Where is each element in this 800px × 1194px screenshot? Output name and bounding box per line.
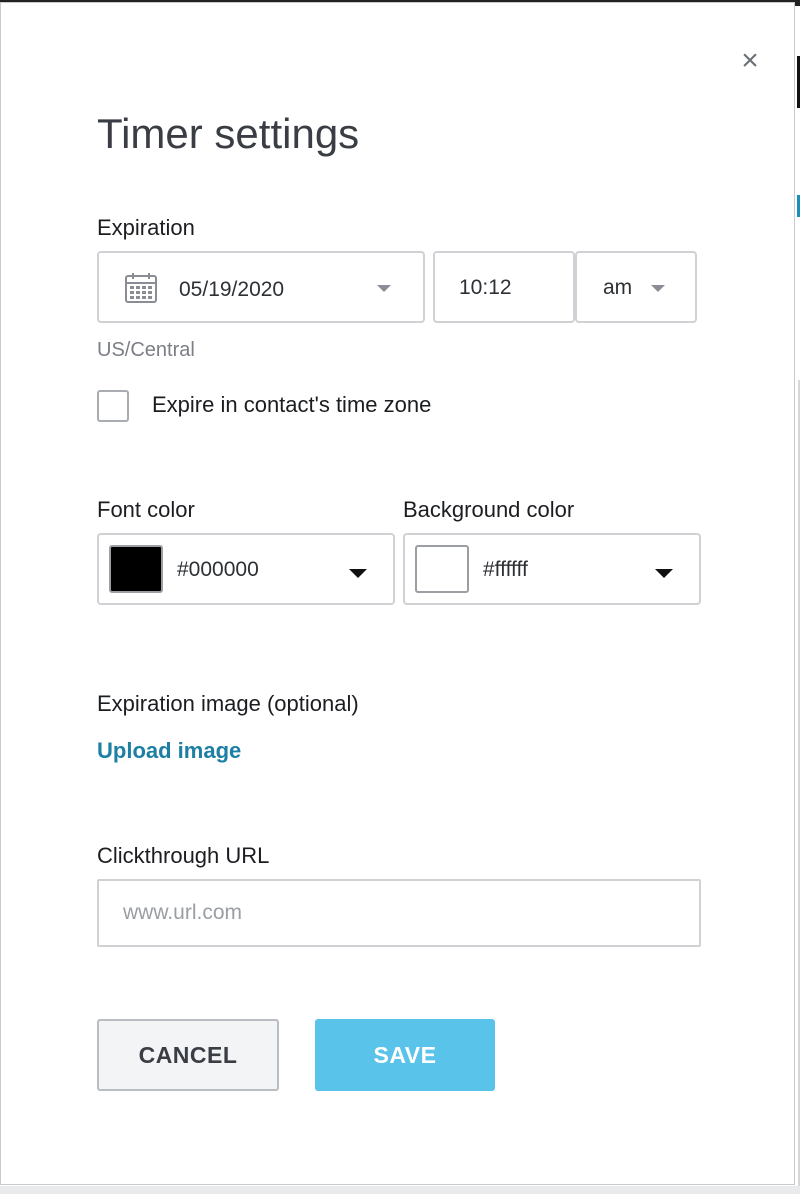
meridiem-value: am: [603, 276, 633, 299]
background-footer-strip: [0, 1186, 800, 1194]
font-color-swatch: [109, 545, 163, 593]
background-color-swatch: [415, 545, 469, 593]
chevron-down-icon: [651, 285, 665, 292]
font-color-picker[interactable]: #000000: [97, 533, 395, 605]
chevron-down-icon: [349, 569, 367, 578]
expiration-date-value: 05/19/2020: [179, 278, 285, 301]
meridiem-select[interactable]: am: [575, 251, 697, 323]
save-button[interactable]: SAVE: [315, 1019, 495, 1091]
background-color-picker[interactable]: #ffffff: [403, 533, 701, 605]
chevron-down-icon: [377, 285, 391, 292]
font-color-value: #000000: [177, 558, 259, 581]
clickthrough-url-label: Clickthrough URL: [97, 843, 270, 868]
background-color-label: Background color: [403, 497, 575, 522]
expiration-date-picker[interactable]: 05/19/2020: [97, 251, 425, 323]
font-color-label: Font color: [97, 497, 195, 522]
calendar-icon: [124, 272, 158, 304]
chevron-down-icon: [655, 569, 673, 578]
timezone-text: US/Central: [97, 339, 195, 361]
upload-image-link[interactable]: Upload image: [97, 738, 241, 764]
background-color-value: #ffffff: [483, 558, 528, 581]
expiration-label: Expiration: [97, 215, 195, 240]
contact-timezone-checkbox[interactable]: [97, 390, 129, 422]
expiration-time-value: 10:12: [459, 276, 512, 299]
expiration-time-input[interactable]: 10:12: [433, 251, 575, 323]
cancel-button[interactable]: CANCEL: [97, 1019, 279, 1091]
expiration-image-label: Expiration image (optional): [97, 691, 359, 716]
contact-timezone-label: Expire in contact's time zone: [152, 392, 432, 417]
close-icon[interactable]: ×: [737, 46, 763, 76]
clickthrough-url-input[interactable]: [97, 879, 701, 947]
dialog-title: Timer settings: [97, 110, 360, 157]
timer-settings-dialog: × Timer settings Expiration 05/19/2020 1…: [0, 2, 795, 1185]
